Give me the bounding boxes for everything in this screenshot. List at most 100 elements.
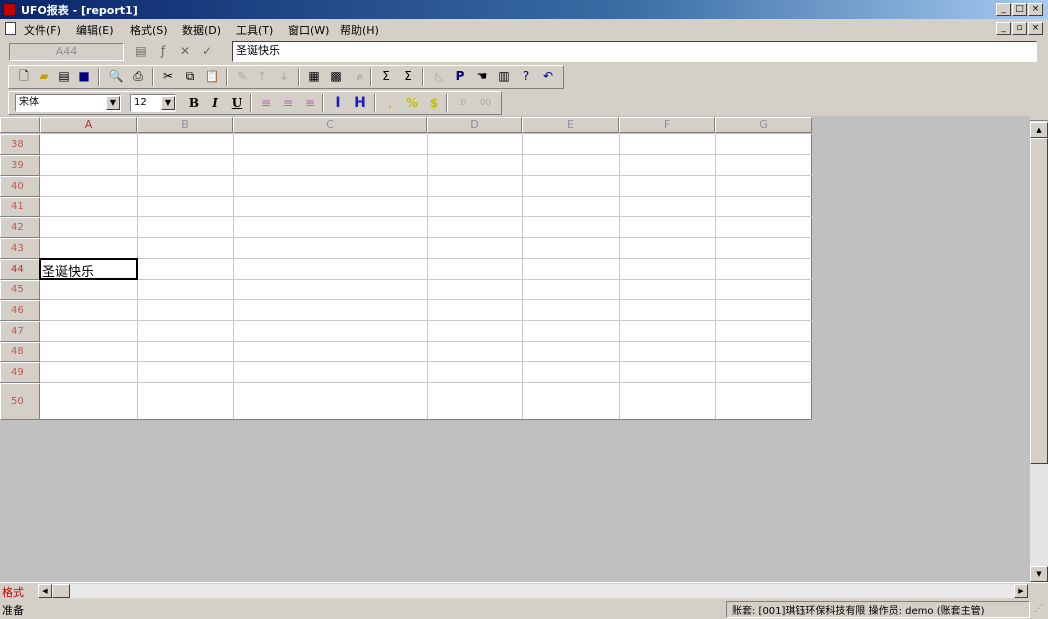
bold-button[interactable]: B: [186, 95, 202, 111]
column-header-a[interactable]: A: [40, 117, 137, 133]
align-left-icon[interactable]: ≡: [258, 95, 274, 111]
horizontal-align-icon[interactable]: H: [352, 95, 368, 111]
resize-grip-icon[interactable]: ⋰: [1034, 604, 1046, 616]
sort-asc-icon[interactable]: ↑: [254, 68, 270, 84]
sort-desc-icon[interactable]: ↓: [276, 68, 292, 84]
cell-reference-box[interactable]: A44: [9, 43, 124, 61]
column-header-d[interactable]: D: [427, 117, 522, 133]
percent-style-icon[interactable]: %: [404, 95, 420, 111]
grid-lines-icon[interactable]: ▥: [496, 68, 512, 84]
cell-grid[interactable]: [40, 134, 812, 420]
grid-edge: [40, 419, 812, 420]
menu-help[interactable]: 帮助(H): [340, 22, 379, 38]
increase-decimal-icon[interactable]: .0: [454, 95, 470, 111]
h-scroll-thumb[interactable]: [52, 584, 70, 598]
save-icon[interactable]: ■: [76, 68, 92, 84]
underline-button[interactable]: U: [229, 95, 245, 111]
comma-style-icon[interactable]: ,: [382, 95, 398, 111]
menu-format[interactable]: 格式(S): [130, 22, 168, 38]
scroll-down-icon[interactable]: ▼: [1030, 566, 1048, 582]
new-file-icon[interactable]: 🗋: [16, 68, 32, 84]
doc-close-button[interactable]: ×: [1028, 22, 1043, 35]
print-preview-icon[interactable]: 🔍: [108, 68, 124, 84]
hand-icon[interactable]: ☚: [474, 68, 490, 84]
formula-input[interactable]: 圣诞快乐: [232, 41, 1037, 62]
row-header[interactable]: 48: [0, 342, 40, 362]
menu-window[interactable]: 窗口(W): [288, 22, 329, 38]
minimize-button[interactable]: _: [996, 3, 1011, 16]
scroll-left-icon[interactable]: ◀: [38, 584, 52, 598]
row-header[interactable]: 46: [0, 300, 40, 321]
function-icon[interactable]: Ʃ: [400, 68, 416, 84]
print-icon[interactable]: ⎙: [130, 68, 146, 84]
grid-line: [40, 196, 812, 197]
doc-minimize-button[interactable]: _: [996, 22, 1011, 35]
h-scroll-track[interactable]: [70, 584, 1014, 598]
app-icon[interactable]: [3, 3, 16, 16]
split-handle[interactable]: [1030, 116, 1048, 121]
insert-chart-icon[interactable]: ◺: [432, 68, 448, 84]
row-header[interactable]: 50: [0, 383, 40, 420]
close-button[interactable]: ×: [1028, 3, 1043, 16]
column-header-e[interactable]: E: [522, 117, 619, 133]
status-ready-text: 准备: [2, 604, 24, 617]
row-header[interactable]: 41: [0, 197, 40, 217]
row-header[interactable]: 43: [0, 238, 40, 259]
toolbar-separator: [374, 94, 376, 112]
page-icon[interactable]: ▤: [56, 68, 72, 84]
row-header[interactable]: 39: [0, 155, 40, 176]
menu-edit[interactable]: 编辑(E): [76, 22, 114, 38]
scroll-thumb[interactable]: [1030, 138, 1048, 464]
document-icon[interactable]: [5, 22, 16, 35]
cut-icon[interactable]: ✂: [160, 68, 176, 84]
row-header[interactable]: 40: [0, 176, 40, 197]
column-header-c[interactable]: C: [233, 117, 427, 133]
fx-icon[interactable]: ƒ: [155, 43, 171, 59]
sum-icon[interactable]: Σ: [378, 68, 394, 84]
grid-icon[interactable]: ▩: [328, 68, 344, 84]
row-header[interactable]: 44: [0, 259, 40, 280]
toolbar-separator: [98, 68, 100, 86]
cancel-icon[interactable]: ✕: [177, 43, 193, 59]
undo-icon[interactable]: ↶: [540, 68, 556, 84]
toolbar-separator: [422, 68, 424, 86]
find-icon[interactable]: ⌕: [352, 68, 368, 84]
grid-line: [619, 134, 620, 420]
decrease-decimal-icon[interactable]: .00: [476, 95, 492, 111]
align-center-icon[interactable]: ≡: [280, 95, 296, 111]
maximize-button[interactable]: □: [1012, 3, 1027, 16]
column-header-b[interactable]: B: [137, 117, 233, 133]
menu-tools[interactable]: 工具(T): [236, 22, 273, 38]
paste-icon[interactable]: 📋: [204, 68, 220, 84]
sheet-tab-format[interactable]: 格式: [2, 584, 24, 600]
corner-select-all[interactable]: [0, 117, 40, 133]
menu-file[interactable]: 文件(F): [24, 22, 61, 38]
currency-style-icon[interactable]: $: [426, 95, 442, 111]
help-pointer-icon[interactable]: ?: [518, 68, 534, 84]
function-wizard-icon[interactable]: ▤: [133, 43, 149, 59]
italic-button[interactable]: I: [207, 95, 223, 111]
align-right-icon[interactable]: ≡: [302, 95, 318, 111]
scroll-right-icon[interactable]: ▶: [1014, 584, 1028, 598]
grid-line: [427, 134, 428, 420]
row-header[interactable]: 47: [0, 321, 40, 342]
column-header-g[interactable]: G: [715, 117, 812, 133]
p-icon[interactable]: P: [452, 68, 468, 84]
vertical-align-icon[interactable]: I: [330, 95, 346, 111]
open-folder-icon[interactable]: ▰: [36, 68, 52, 84]
font-name-chevron-icon[interactable]: ▼: [106, 96, 120, 110]
menu-data[interactable]: 数据(D): [182, 22, 221, 38]
copy-icon[interactable]: ⧉: [182, 68, 198, 84]
column-header-f[interactable]: F: [619, 117, 715, 133]
font-size-chevron-icon[interactable]: ▼: [161, 96, 175, 110]
scroll-up-icon[interactable]: ▲: [1030, 122, 1048, 138]
format-painter-icon[interactable]: ✎: [234, 68, 250, 84]
doc-restore-button[interactable]: ▫: [1012, 22, 1027, 35]
row-header[interactable]: 42: [0, 217, 40, 238]
confirm-icon[interactable]: ✓: [199, 43, 215, 59]
row-header[interactable]: 38: [0, 134, 40, 155]
row-header[interactable]: 45: [0, 280, 40, 300]
toolbar-separator: [152, 68, 154, 86]
insert-table-icon[interactable]: ▦: [306, 68, 322, 84]
row-header[interactable]: 49: [0, 362, 40, 383]
